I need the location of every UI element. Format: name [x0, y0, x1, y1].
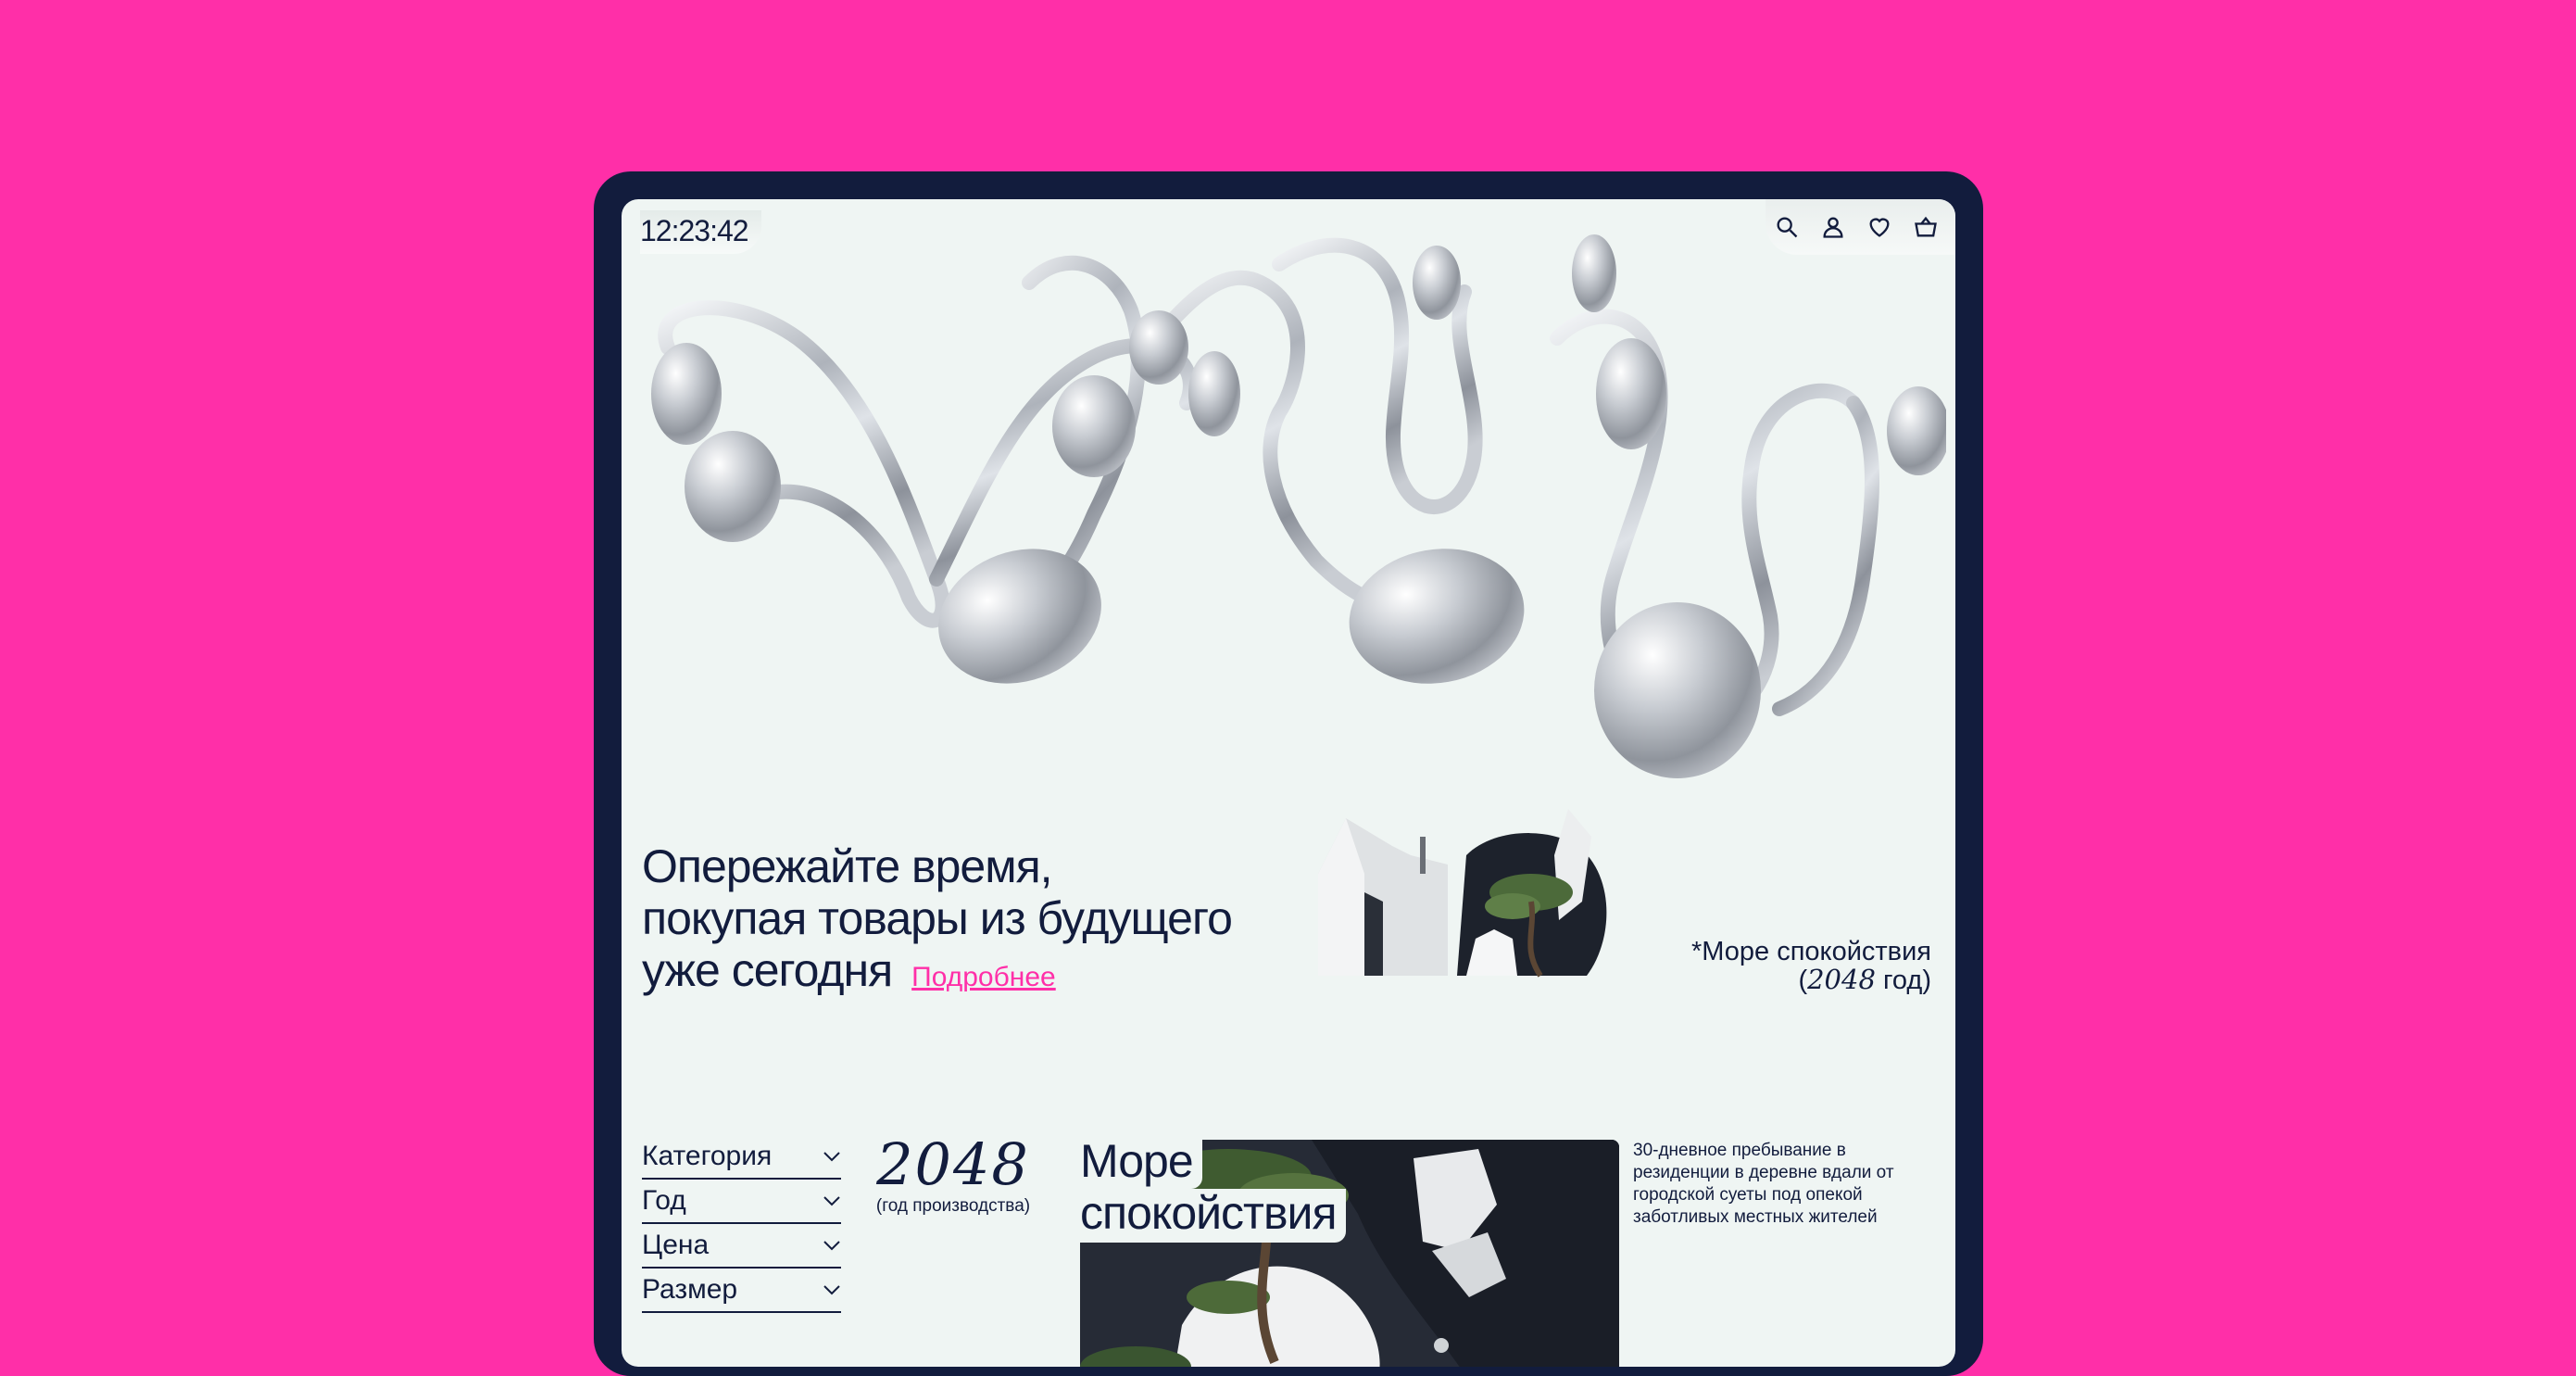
chevron-down-icon: [823, 1285, 840, 1295]
hero-heading: Опережайте время, покупая товары из буду…: [642, 840, 1346, 1004]
product-year-caption: (год производства): [875, 1196, 1031, 1216]
user-icon[interactable]: [1820, 214, 1846, 240]
hero-caption-year-line: (2048 год): [1691, 966, 1931, 994]
hero-caption: *Море спокойствия (2048 год): [1691, 938, 1931, 994]
product-title: Море спокойствия: [1080, 1137, 1346, 1243]
chrome-logo: [651, 234, 1946, 778]
chevron-down-icon: [823, 1241, 840, 1251]
hero-caption-open: (: [1798, 966, 1808, 995]
filter-price[interactable]: Цена: [642, 1224, 841, 1269]
filter-label: Год: [642, 1185, 686, 1216]
hero-line-3: уже сегодня: [642, 944, 893, 996]
filter-year[interactable]: Год: [642, 1180, 841, 1224]
screen: 12:23:42 Опережайте время, покупая товар…: [622, 199, 1955, 1367]
more-link[interactable]: Подробнее: [911, 962, 1056, 992]
filter-list: Категория Год Цена Размер: [642, 1135, 841, 1313]
filter-label: Категория: [642, 1141, 773, 1171]
chevron-down-icon: [823, 1152, 840, 1162]
hero-caption-close: год): [1875, 966, 1931, 995]
filter-label: Размер: [642, 1274, 738, 1305]
filter-category[interactable]: Категория: [642, 1135, 841, 1180]
hero-caption-year: 2048: [1807, 964, 1876, 995]
hero-image: [1318, 809, 1607, 978]
header-icons: [1766, 199, 1955, 255]
hero-line-2: покупая товары из будущего: [642, 892, 1233, 944]
filter-label: Цена: [642, 1230, 710, 1260]
filter-size[interactable]: Размер: [642, 1269, 841, 1313]
heart-icon[interactable]: [1866, 214, 1892, 240]
product-year: 2048: [876, 1130, 1030, 1198]
clock: 12:23:42: [640, 210, 761, 254]
hero-line-1: Опережайте время,: [642, 840, 1053, 892]
chevron-down-icon: [823, 1196, 840, 1206]
tablet-frame: 12:23:42 Опережайте время, покупая товар…: [594, 171, 1983, 1376]
cart-icon[interactable]: [1913, 214, 1939, 240]
product-year-block: 2048 (год производства): [870, 1133, 1037, 1217]
hero-line-3-wrap: уже сегодня Подробнее: [642, 944, 1346, 1004]
product-title-line2: спокойствия: [1080, 1189, 1346, 1243]
product-title-line1: Море: [1080, 1137, 1202, 1189]
search-icon[interactable]: [1774, 214, 1800, 240]
hero-caption-title: *Море спокойствия: [1691, 937, 1931, 966]
product-description: 30-дневное пребывание в резиденции в дер…: [1633, 1141, 1894, 1227]
